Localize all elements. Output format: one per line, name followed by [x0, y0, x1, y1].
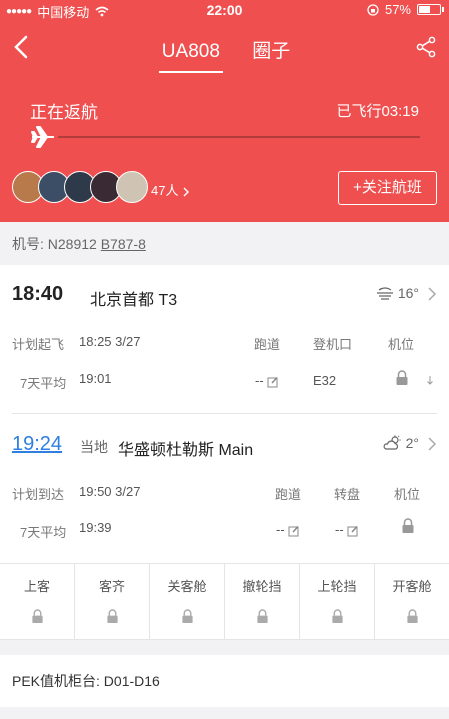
departure-temp: 16° [397, 285, 419, 301]
partly-cloudy-icon [383, 435, 401, 450]
divider [12, 413, 437, 414]
runway-header: 跑道 [275, 487, 302, 502]
stage-boarding-complete: 客齐 [75, 564, 150, 639]
planned-departure-value: 18:25 3/27 [79, 334, 141, 349]
chevron-right-icon [183, 187, 190, 197]
avg-arrival-value: 19:39 [79, 520, 112, 535]
local-time-label: 当地 [80, 439, 108, 455]
tab-bar: UA808 圈子 [0, 36, 449, 73]
stage-label: 上轮挡 [317, 579, 357, 594]
departure-weather[interactable]: 16° [376, 285, 419, 301]
stage-label: 关客舱 [167, 579, 207, 594]
lock-icon [396, 370, 408, 385]
stage-label: 上客 [23, 579, 50, 594]
aircraft-info: 机号: N28912 B787-8 [0, 222, 449, 265]
arrival-weather[interactable]: 2° [382, 435, 419, 451]
lock-icon [331, 609, 343, 623]
battery-percent: 57% [384, 2, 411, 17]
aircraft-model-link[interactable]: B787-8 [101, 236, 146, 252]
battery-icon [417, 4, 444, 15]
elapsed-time: 已飞行03:19 [336, 103, 419, 120]
departure-runway-value: -- [255, 373, 264, 388]
registration-number: N28912 [47, 236, 97, 252]
boarding-stages: 上客 客齐 关客舱 撤轮挡 上轮挡 开客舱 [0, 563, 449, 640]
checkin-counter: PEK值机柜台: D01-D16 [0, 655, 449, 707]
departure-airport: 北京首都 T3 [90, 292, 178, 309]
lock-icon [406, 609, 418, 623]
avg-departure-label: 7天平均 [20, 376, 67, 391]
departure-gate: E32 [313, 373, 337, 388]
arrival-time[interactable]: 19:24 [12, 433, 62, 456]
avg-departure-value: 19:01 [79, 371, 112, 386]
lock-icon [402, 518, 414, 533]
tab-flight[interactable]: UA808 [158, 41, 223, 73]
checkin-value: D01-D16 [103, 673, 160, 689]
fog-icon [376, 287, 393, 300]
stage-chocks-off: 撤轮挡 [225, 564, 300, 639]
follower-count-label: 47人 [151, 183, 179, 198]
arrival-carousel-value: -- [335, 522, 344, 537]
stage-boarding: 上客 [0, 564, 75, 639]
stage-label: 撤轮挡 [242, 579, 282, 594]
airplane-icon [31, 126, 54, 148]
stage-door-open: 开客舱 [375, 564, 449, 639]
lock-icon [256, 609, 268, 623]
planned-departure-label: 计划起飞 [12, 337, 65, 352]
edit-icon[interactable] [288, 525, 300, 537]
arrival-airport: 华盛顿杜勒斯 Main [118, 442, 254, 459]
flight-state: 正在返航 [30, 103, 98, 122]
planned-arrival-value: 19:50 3/27 [79, 484, 141, 499]
flight-header: ●●●●● 中国移动 22:00 57% UA808 圈子 正在返航 已飞行03… [0, 0, 449, 222]
navigation-bar: UA808 圈子 [0, 28, 449, 73]
planned-arrival-label: 计划到达 [12, 487, 65, 502]
follower-count[interactable]: 47人 [151, 180, 190, 199]
arrival-carousel: -- [335, 522, 359, 537]
follow-flight-button[interactable]: +关注航班 [338, 171, 437, 205]
edit-icon[interactable] [347, 525, 359, 537]
avatar [116, 171, 148, 203]
stage-label: 开客舱 [392, 579, 432, 594]
gate-header: 登机口 [313, 337, 353, 352]
stand-header: 机位 [388, 337, 415, 352]
lock-icon [31, 609, 43, 623]
rotation-lock-icon [367, 3, 379, 16]
share-icon[interactable] [415, 36, 437, 58]
arrival-temp: 2° [405, 435, 419, 451]
departure-runway: -- [255, 373, 279, 388]
stage-chocks-on: 上轮挡 [300, 564, 375, 639]
departure-time: 18:40 [12, 283, 64, 305]
runway-header: 跑道 [254, 337, 281, 352]
arrival-runway-value: -- [276, 522, 285, 537]
stand-header: 机位 [394, 487, 421, 502]
stage-label: 客齐 [98, 579, 125, 594]
lock-icon [106, 609, 118, 623]
tab-circle[interactable]: 圈子 [252, 36, 290, 71]
carousel-header: 转盘 [334, 487, 361, 502]
stage-door-closed: 关客舱 [150, 564, 225, 639]
arrival-card: 19:24 当地 华盛顿杜勒斯 Main 2° 跑道 转盘 机位 计划到达 19… [0, 415, 449, 563]
edit-icon[interactable] [267, 376, 279, 388]
status-bar: ●●●●● 中国移动 22:00 57% [0, 0, 449, 20]
flight-status-row: 正在返航 已飞行03:19 [30, 98, 419, 123]
follower-avatars[interactable] [12, 171, 148, 205]
chevron-right-icon[interactable] [427, 437, 437, 451]
arrow-down-icon [427, 376, 433, 385]
progress-track [30, 135, 420, 139]
avg-arrival-label: 7天平均 [20, 525, 67, 540]
chevron-right-icon[interactable] [427, 287, 437, 301]
registration-label: 机号: [12, 236, 44, 252]
lock-icon [181, 609, 193, 623]
arrival-runway: -- [276, 522, 300, 537]
departure-card: 18:40 北京首都 T3 16° 跑道 登机口 机位 计划起飞 18:25 3… [0, 265, 449, 415]
battery-area: 57% [367, 2, 444, 17]
checkin-label: PEK值机柜台: [12, 673, 100, 689]
